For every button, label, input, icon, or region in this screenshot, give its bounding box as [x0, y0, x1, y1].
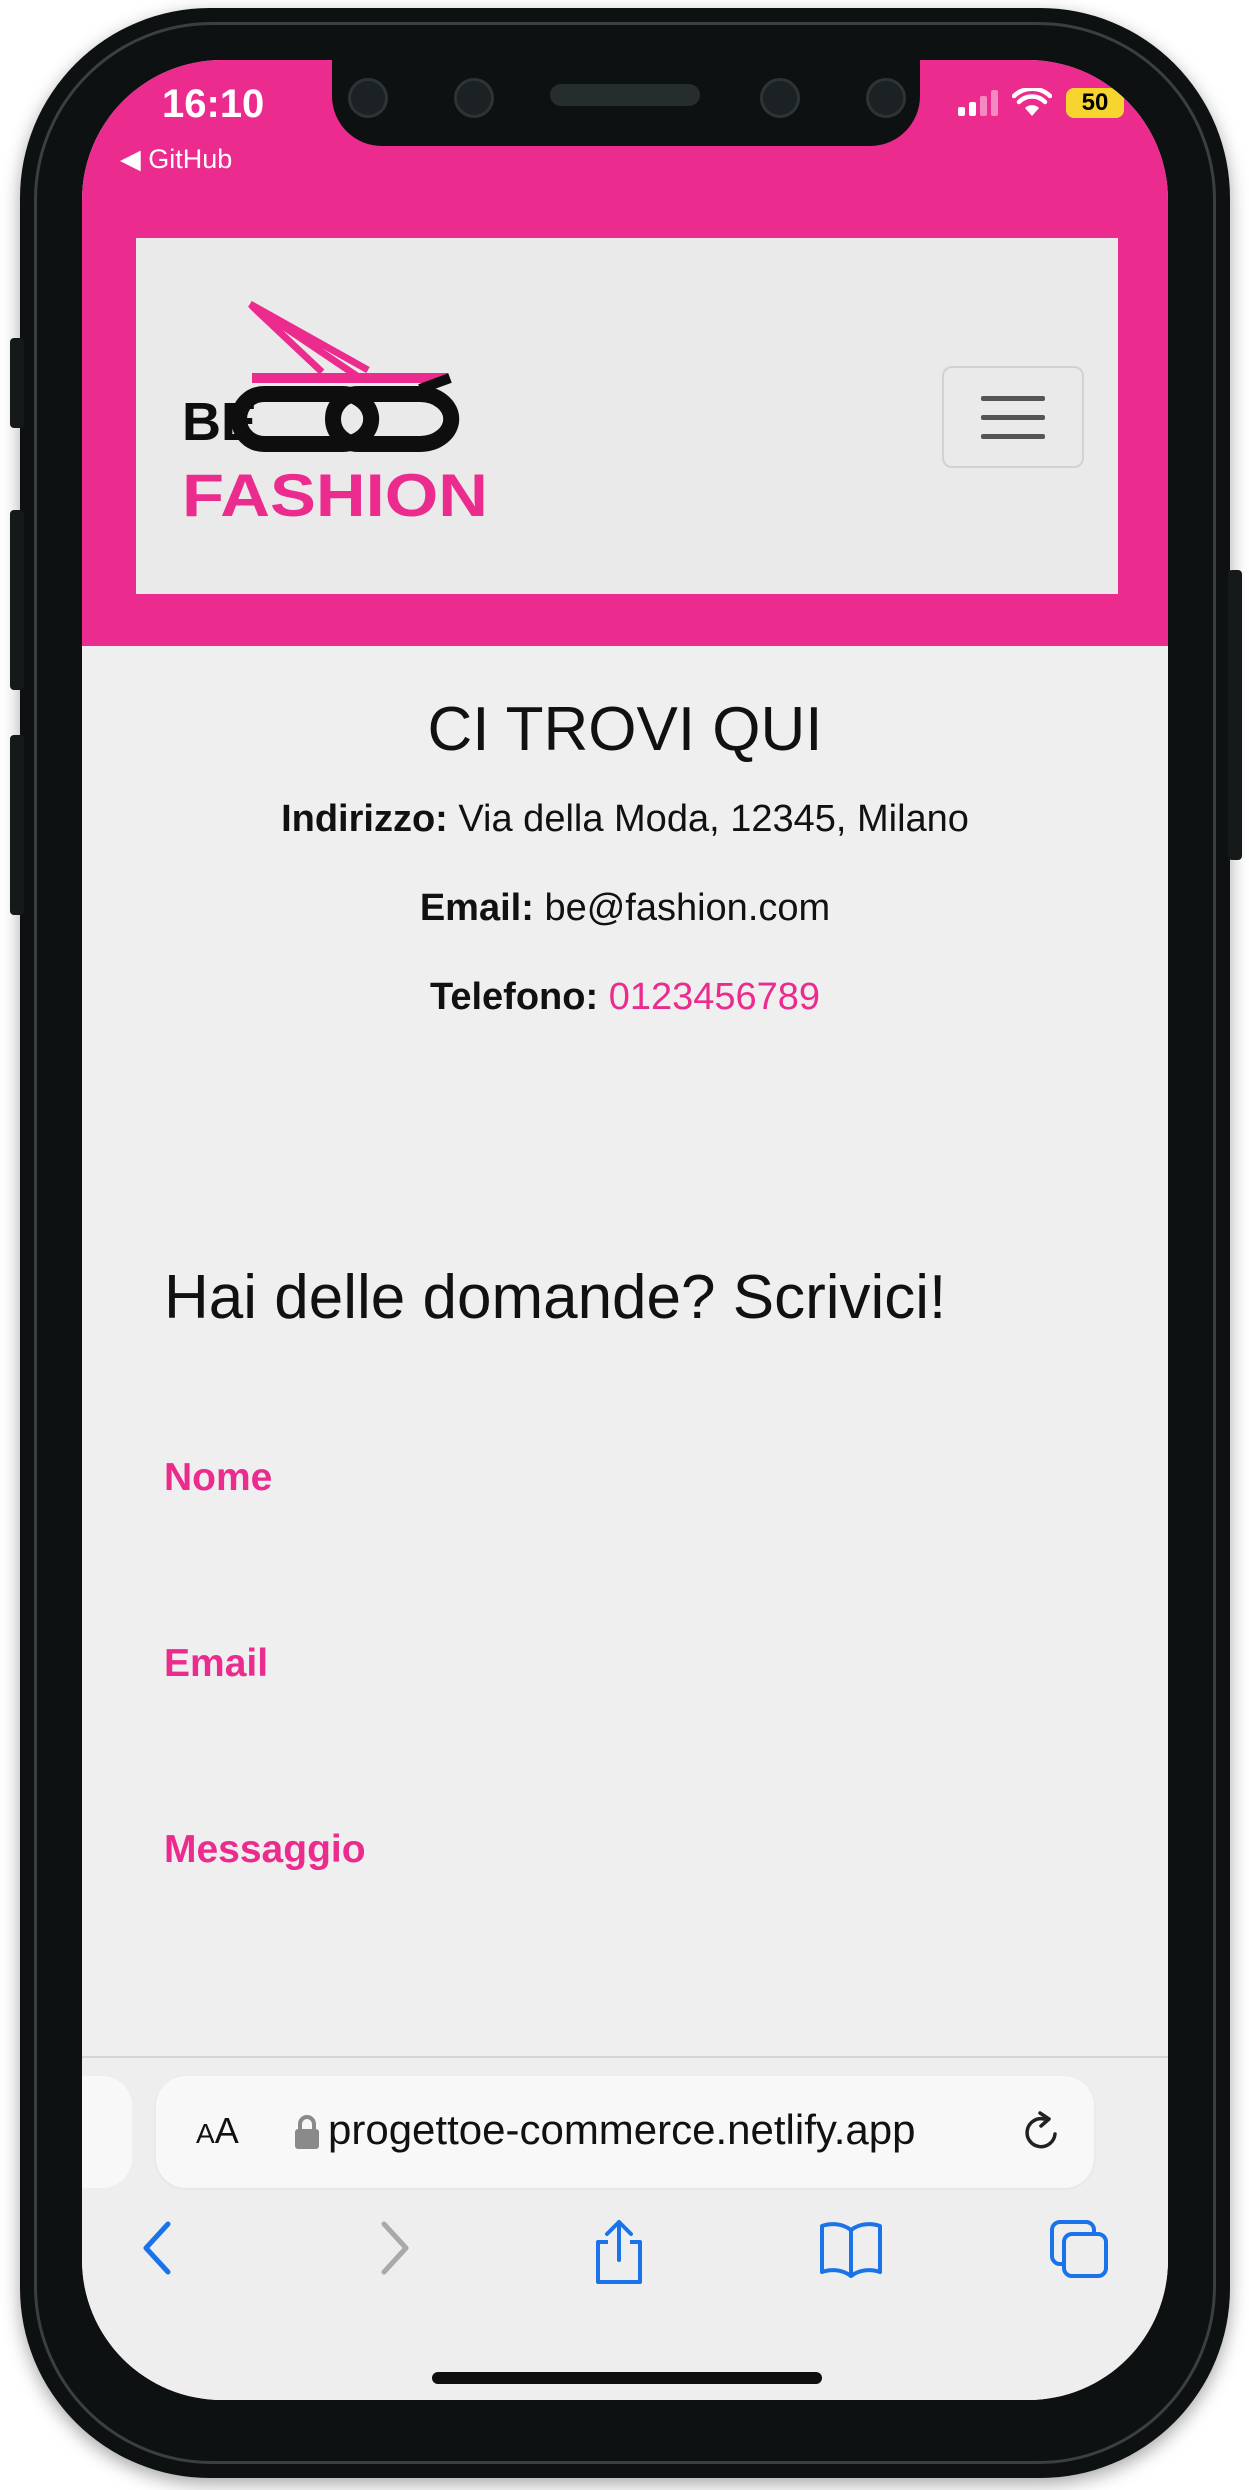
back-icon[interactable]	[138, 2218, 178, 2278]
url-text: progettoe-commerce.netlify.app	[328, 2106, 916, 2153]
home-indicator[interactable]	[432, 2372, 822, 2384]
volume-up-button	[10, 510, 24, 690]
address-bar[interactable]: AA progettoe-commerce.netlify.app	[156, 2076, 1094, 2188]
address-line: Indirizzo: Via della Moda, 12345, Milano	[82, 798, 1168, 841]
phone-line: Telefono: 0123456789	[82, 976, 1168, 1019]
silent-switch	[10, 338, 24, 428]
phone-link[interactable]: 0123456789	[609, 976, 820, 1018]
tabs-icon[interactable]	[1048, 2218, 1110, 2280]
earpiece-speaker	[550, 84, 700, 106]
be-fashion-logo[interactable]: BE FASHION	[182, 294, 494, 534]
previous-tab-edge[interactable]	[82, 2076, 132, 2188]
email-value: be@fashion.com	[544, 887, 831, 929]
address-value: Via della Moda, 12345, Milano	[458, 798, 969, 840]
power-button	[1228, 570, 1242, 860]
front-camera	[454, 78, 494, 118]
status-time: 16:10	[162, 82, 265, 126]
proximity-sensor	[866, 78, 906, 118]
bookmarks-icon[interactable]	[818, 2218, 884, 2278]
front-sensor	[348, 78, 388, 118]
safari-bottom-bar: AA progettoe-commerce.netlify.app	[82, 2056, 1168, 2400]
text-size-button[interactable]: AA	[196, 2110, 239, 2152]
hamburger-line	[981, 433, 1045, 439]
site-navbar: BE FASHION	[136, 238, 1118, 594]
address-label: Indirizzo:	[281, 798, 448, 840]
phone-label: Telefono:	[429, 976, 599, 1018]
contact-title: CI TROVI QUI	[427, 695, 823, 764]
volume-down-button	[10, 735, 24, 915]
hamburger-line	[981, 414, 1045, 420]
email-line: Email: be@fashion.com	[82, 887, 1168, 930]
notch	[332, 60, 920, 146]
share-icon[interactable]	[590, 2218, 648, 2286]
menu-toggle-button[interactable]	[942, 366, 1084, 468]
email-field-label: Email	[164, 1642, 269, 1685]
face-id-sensor	[760, 78, 800, 118]
reload-icon[interactable]	[1020, 2110, 1064, 2154]
forward-icon[interactable]	[374, 2218, 414, 2278]
wifi-icon	[1012, 88, 1052, 116]
battery-indicator: 50	[1066, 88, 1124, 118]
glasses-icon	[231, 300, 460, 452]
logo-fashion-text: FASHION	[182, 462, 488, 529]
message-field-label: Messaggio	[164, 1828, 366, 1871]
phone-screen: 16:10 ◀ GitHub 50 BE FASHION CI TROVI QU…	[82, 60, 1168, 2400]
name-field-label: Nome	[164, 1456, 273, 1499]
email-label: Email:	[419, 887, 534, 929]
hamburger-line	[981, 395, 1045, 401]
cellular-signal-icon	[958, 90, 998, 116]
contact-form-title: Hai delle domande? Scrivici!	[164, 1263, 947, 1332]
lock-icon	[295, 2115, 319, 2149]
logo-be-text: BE	[182, 392, 257, 452]
back-to-app-link[interactable]: ◀ GitHub	[120, 144, 232, 175]
status-indicators: 50	[958, 88, 1124, 118]
